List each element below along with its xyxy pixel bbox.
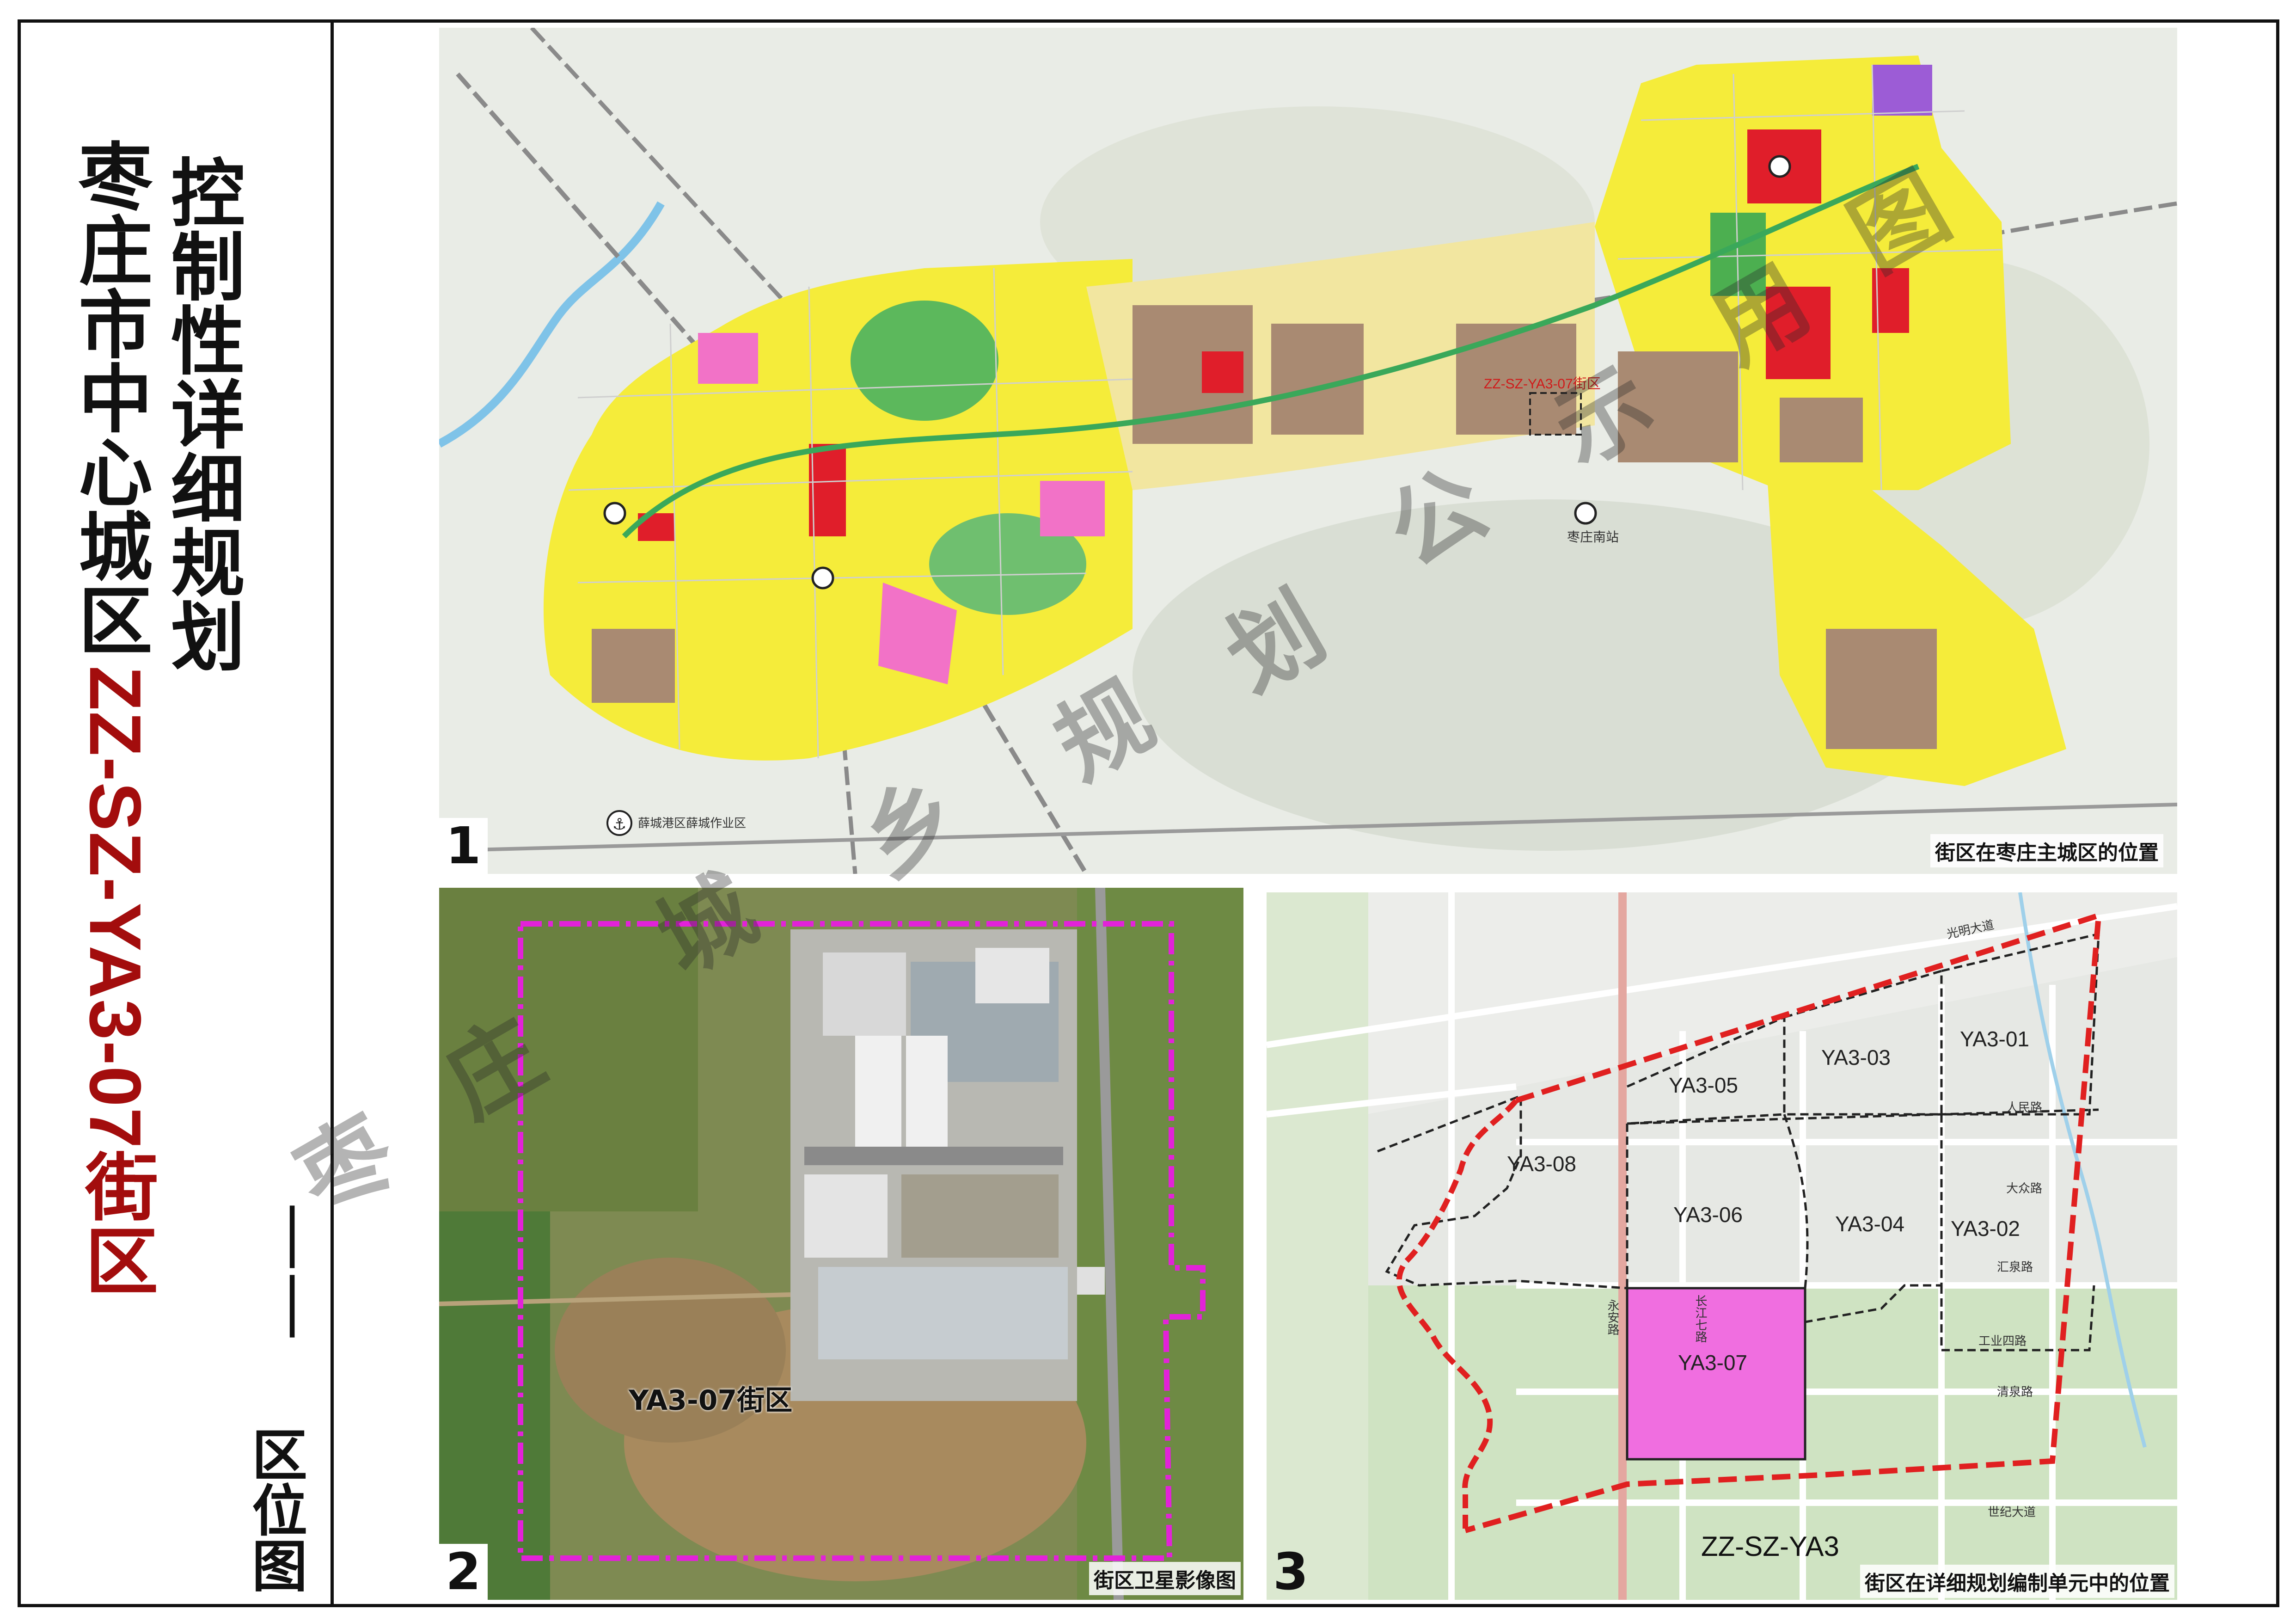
satellite-block-label: YA3-07街区 (629, 1384, 793, 1417)
planning-unit-map (1267, 892, 2177, 1600)
station-label-south: 枣庄南站 (1567, 529, 1619, 545)
road-gongye4: 工业四路 (1978, 1334, 2027, 1348)
title-col2-code: ZZ-SZ-YA3-07街区 (74, 666, 156, 1297)
panel1-caption: 街区在枣庄主城区的位置 (1930, 834, 2163, 867)
title-char: 详 (171, 373, 245, 459)
label-ya3-02: YA3-02 (1951, 1216, 2020, 1241)
title-char: 细 (171, 447, 245, 533)
title-col1: 控制性详细规划 (171, 157, 245, 675)
road-huiquan: 汇泉路 (1997, 1260, 2033, 1274)
title-char: 图 (252, 1535, 307, 1599)
panel3-caption: 街区在详细规划编制单元中的位置 (1860, 1565, 2174, 1598)
title-char: 位 (252, 1480, 307, 1544)
label-ya3-05: YA3-05 (1669, 1073, 1739, 1097)
station-label-port: 薛城港区薛城作业区 (638, 817, 747, 830)
road-shiji: 世纪大道 (1988, 1505, 2036, 1519)
label-ya3-08: YA3-08 (1507, 1152, 1577, 1176)
title-char: 枣 (79, 135, 153, 221)
road-qingquan: 清泉路 (1997, 1385, 2033, 1399)
panel2-caption: 街区卫星影像图 (1089, 1562, 1241, 1595)
panel2-number: 2 (439, 1544, 488, 1600)
subtitle-dash: —— (257, 1202, 337, 1341)
road-renmin: 人民路 (2006, 1101, 2043, 1115)
title-char: 区 (252, 1424, 307, 1488)
title-char: 城 (79, 504, 153, 591)
title-char: 制 (171, 225, 245, 311)
title-char: 性 (171, 299, 245, 385)
title-char: 庄 (79, 209, 153, 295)
panel1-number: 1 (439, 818, 488, 874)
label-ya3-07: YA3-07 (1678, 1351, 1748, 1375)
unit-label: ZZ-SZ-YA3 (1701, 1531, 1839, 1562)
title-col2: 枣庄市中心城区 (79, 141, 153, 659)
road-dazhong: 大众路 (2006, 1182, 2043, 1196)
road-yongan: 永安路 (1605, 1299, 1619, 1335)
title-char: 区 (79, 578, 153, 665)
city-landuse-map: ⚓ (439, 28, 2177, 874)
label-ya3-01: YA3-01 (1960, 1027, 2030, 1051)
panel3-number: 3 (1273, 1542, 1309, 1600)
title-char: 中 (79, 356, 153, 443)
title-char: 市 (79, 283, 153, 369)
svg-text:⚓: ⚓ (612, 815, 626, 834)
sidebar-divider (331, 19, 334, 1607)
title-char: 划 (171, 595, 245, 681)
road-changjiang7: 长江七路 (1693, 1295, 1707, 1343)
label-ya3-03: YA3-03 (1821, 1045, 1891, 1069)
label-ya3-04: YA3-04 (1835, 1212, 1905, 1236)
panel-city-map: ⚓ ZZ-SZ-YA3-07街区 枣庄南站 薛城港区薛城作业区 1 街区在枣庄主… (439, 28, 2177, 874)
label-ya3-06: YA3-06 (1673, 1203, 1743, 1227)
port-anchor-icon: ⚓ (606, 810, 632, 836)
title-char: 规 (171, 521, 245, 607)
panel-satellite: YA3-07街区 2 街区卫星影像图 (439, 888, 1243, 1600)
title-char: 控 (171, 151, 245, 237)
subtitle-col: 区位图 (252, 1429, 307, 1595)
panel-unit-map: YA3-01 YA3-02 YA3-03 YA3-04 YA3-05 YA3-0… (1267, 892, 2177, 1600)
satellite-image (439, 888, 1243, 1600)
title-char: 心 (79, 430, 153, 517)
